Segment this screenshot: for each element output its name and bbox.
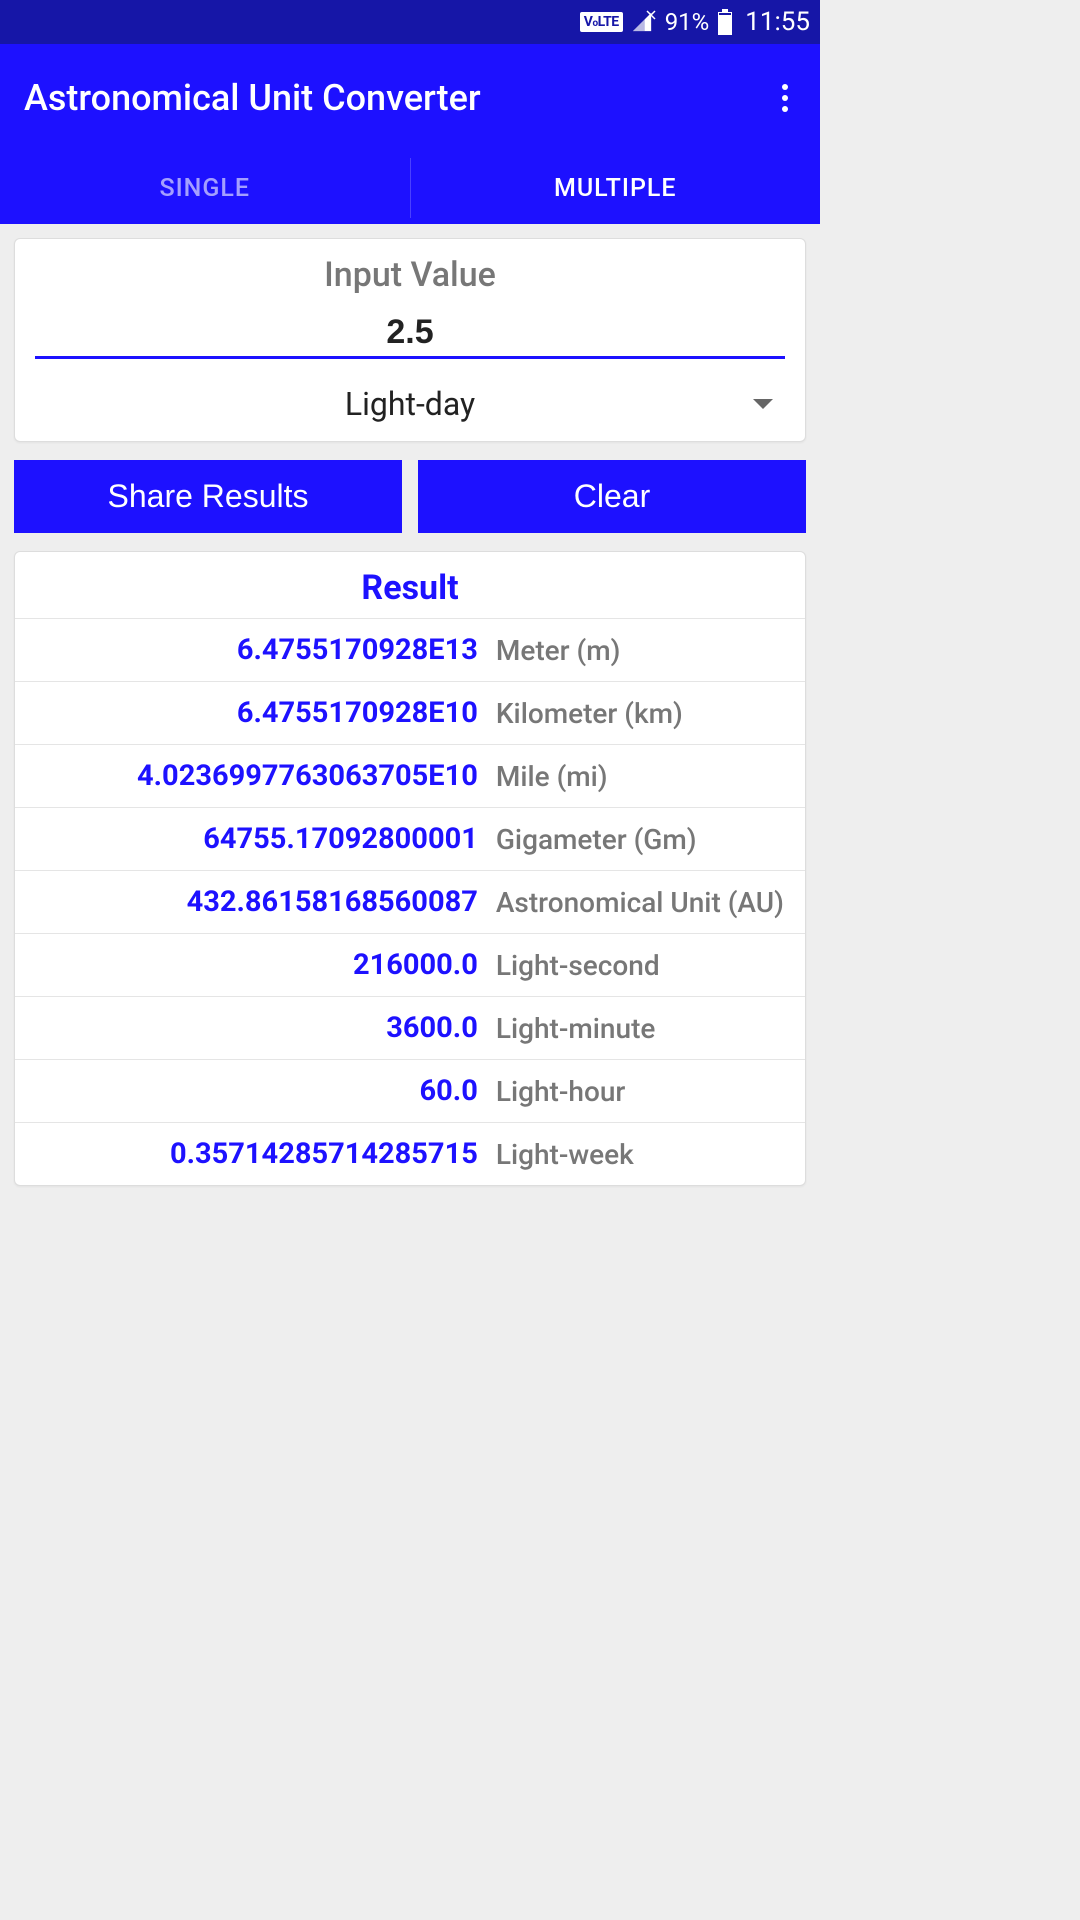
result-value: 0.35714285714285715 bbox=[33, 1137, 478, 1171]
unit-select[interactable]: Light-day bbox=[15, 373, 805, 441]
result-row: 6.4755170928E13 Meter (m) bbox=[15, 618, 805, 681]
battery-percent: 91% bbox=[665, 8, 710, 36]
result-value: 6.4755170928E10 bbox=[33, 696, 478, 730]
content: Input Value Light-day Share Results Clea… bbox=[0, 224, 820, 1200]
chevron-down-icon bbox=[753, 399, 773, 409]
result-unit: Mile (mi) bbox=[496, 760, 787, 793]
result-value: 64755.17092800001 bbox=[33, 822, 478, 856]
result-unit: Meter (m) bbox=[496, 634, 787, 667]
result-row: 3600.0 Light-minute bbox=[15, 996, 805, 1059]
result-row: 60.0 Light-hour bbox=[15, 1059, 805, 1122]
result-value: 60.0 bbox=[33, 1074, 478, 1108]
result-unit: Kilometer (km) bbox=[496, 697, 787, 730]
result-row: 432.86158168560087 Astronomical Unit (AU… bbox=[15, 870, 805, 933]
result-row: 4.0236997763063705E10 Mile (mi) bbox=[15, 744, 805, 807]
result-unit: Light-second bbox=[496, 949, 787, 982]
result-unit: Light-minute bbox=[496, 1012, 787, 1045]
result-unit: Astronomical Unit (AU) bbox=[496, 886, 787, 919]
button-row: Share Results Clear bbox=[14, 460, 806, 533]
result-row: 0.35714285714285715 Light-week bbox=[15, 1122, 805, 1185]
tab-single[interactable]: SINGLE bbox=[0, 152, 410, 224]
app-bar: Astronomical Unit Converter bbox=[0, 44, 820, 152]
result-value: 216000.0 bbox=[33, 948, 478, 982]
clear-button[interactable]: Clear bbox=[418, 460, 806, 533]
signal-icon bbox=[631, 11, 657, 33]
result-value: 3600.0 bbox=[33, 1011, 478, 1045]
result-row: 6.4755170928E10 Kilometer (km) bbox=[15, 681, 805, 744]
clock: 11:55 bbox=[745, 7, 810, 37]
result-value: 6.4755170928E13 bbox=[33, 633, 478, 667]
app-title: Astronomical Unit Converter bbox=[24, 77, 481, 119]
result-row: 64755.17092800001 Gigameter (Gm) bbox=[15, 807, 805, 870]
input-label: Input Value bbox=[15, 255, 805, 295]
unit-select-text: Light-day bbox=[45, 385, 775, 423]
results-title: Result bbox=[15, 552, 805, 618]
status-bar: VoLTE 91% 11:55 bbox=[0, 0, 820, 44]
value-input[interactable] bbox=[35, 313, 785, 352]
input-card: Input Value Light-day bbox=[14, 238, 806, 442]
result-value: 4.0236997763063705E10 bbox=[33, 759, 478, 793]
volte-badge: VoLTE bbox=[580, 12, 623, 32]
result-unit: Gigameter (Gm) bbox=[496, 823, 787, 856]
results-card: Result 6.4755170928E13 Meter (m) 6.47551… bbox=[14, 551, 806, 1186]
input-field-wrap bbox=[35, 313, 785, 359]
tabs: SINGLE MULTIPLE bbox=[0, 152, 820, 224]
share-button[interactable]: Share Results bbox=[14, 460, 402, 533]
result-row: 216000.0 Light-second bbox=[15, 933, 805, 996]
more-menu-icon[interactable] bbox=[774, 76, 796, 120]
result-value: 432.86158168560087 bbox=[33, 885, 478, 919]
result-unit: Light-week bbox=[496, 1138, 787, 1171]
tab-multiple[interactable]: MULTIPLE bbox=[411, 152, 821, 224]
battery-icon bbox=[717, 9, 733, 35]
result-unit: Light-hour bbox=[496, 1075, 787, 1108]
